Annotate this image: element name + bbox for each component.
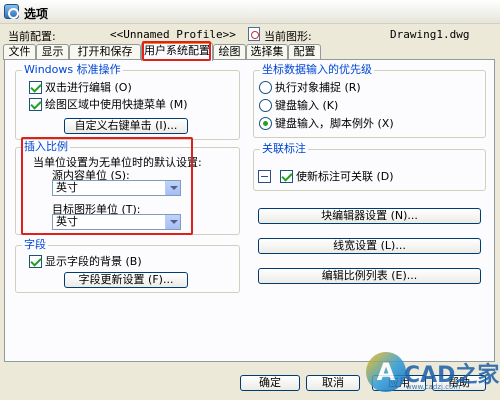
show-field-background-check-icon[interactable]	[29, 255, 42, 268]
tab-user-preferences[interactable]: 用户系统配置	[141, 42, 213, 61]
shortcut-menu-checkbox[interactable]: 绘图区域中使用快捷菜单 (M)	[29, 98, 188, 112]
lineweight-settings-button[interactable]: 线宽设置 (L)...	[258, 238, 481, 254]
radio-keyboard-except-scripts-icon[interactable]	[259, 117, 272, 130]
cadzj-logo-icon: A	[366, 352, 406, 392]
chevron-down-icon[interactable]	[165, 181, 180, 195]
dblclick-edit-check-icon[interactable]	[29, 81, 42, 94]
radio-object-snap[interactable]: 执行对象捕捉 (R)	[259, 81, 361, 95]
customize-right-click-button[interactable]: 自定义右键单击 (I)...	[64, 118, 188, 134]
windows-standard-title: Windows 标准操作	[24, 63, 121, 76]
tab-files[interactable]: 文件	[3, 44, 36, 60]
source-units-value: 英寸	[56, 181, 78, 194]
fields-title: 字段	[24, 238, 46, 251]
radio-keyboard-entry-label: 键盘输入 (K)	[275, 99, 339, 112]
coord-priority-title: 坐标数据输入的优先级	[262, 63, 372, 76]
radio-keyboard-except-scripts[interactable]: 键盘输入，脚本例外 (X)	[259, 117, 394, 131]
edit-scale-list-button[interactable]: 编辑比例列表 (E)...	[258, 268, 481, 284]
options-app-icon	[4, 4, 19, 19]
tab-profiles[interactable]: 配置	[288, 44, 321, 60]
source-units-select[interactable]: 英寸	[52, 180, 181, 196]
current-drawing-value: Drawing1.dwg	[390, 28, 470, 41]
make-new-dims-assoc-checkbox[interactable]: 使新标注可关联 (D)	[280, 170, 394, 184]
title-bar[interactable]: 选项	[0, 0, 500, 24]
radio-object-snap-icon[interactable]	[259, 81, 272, 94]
current-profile-label: 当前配置:	[8, 30, 56, 43]
radio-object-snap-label: 执行对象捕捉 (R)	[275, 81, 361, 94]
radio-keyboard-except-scripts-label: 键盘输入，脚本例外 (X)	[275, 117, 394, 130]
window-title: 选项	[24, 7, 49, 21]
tab-display[interactable]: 显示	[36, 44, 69, 60]
radio-keyboard-entry-icon[interactable]	[259, 99, 272, 112]
target-units-value: 英寸	[56, 215, 78, 228]
radio-keyboard-entry[interactable]: 键盘输入 (K)	[259, 99, 338, 113]
dblclick-edit-checkbox[interactable]: 双击进行编辑 (O)	[29, 81, 132, 95]
dblclick-edit-label: 双击进行编辑 (O)	[45, 81, 132, 94]
field-update-settings-button[interactable]: 字段更新设置 (F)...	[64, 272, 188, 288]
chevron-down-icon[interactable]	[165, 215, 180, 229]
assoc-dim-title: 关联标注	[262, 142, 306, 155]
show-field-background-label: 显示字段的背景 (B)	[45, 255, 142, 268]
tab-drafting[interactable]: 绘图	[213, 44, 246, 60]
tab-selection[interactable]: 选择集	[246, 44, 288, 60]
make-new-dims-assoc-label: 使新标注可关联 (D)	[296, 170, 394, 183]
current-profile-value: <<Unnamed Profile>>	[110, 28, 236, 41]
shortcut-menu-check-icon[interactable]	[29, 98, 42, 111]
associative-dimension-icon	[258, 170, 271, 183]
show-field-background-checkbox[interactable]: 显示字段的背景 (B)	[29, 255, 142, 269]
block-editor-settings-button[interactable]: 块编辑器设置 (N)...	[258, 208, 481, 224]
cancel-button[interactable]: 取消	[306, 375, 360, 391]
shortcut-menu-label: 绘图区域中使用快捷菜单 (M)	[45, 98, 188, 111]
target-units-select[interactable]: 英寸	[52, 214, 181, 230]
watermark-url: www.cadzj.com	[406, 383, 461, 391]
drawing-file-icon	[248, 27, 260, 41]
tab-open-save[interactable]: 打开和保存	[69, 44, 141, 60]
insertion-scale-title: 插入比例	[24, 140, 68, 153]
make-new-dims-assoc-check-icon[interactable]	[280, 170, 293, 183]
ok-button[interactable]: 确定	[240, 375, 300, 391]
current-drawing-label: 当前图形:	[264, 30, 312, 43]
